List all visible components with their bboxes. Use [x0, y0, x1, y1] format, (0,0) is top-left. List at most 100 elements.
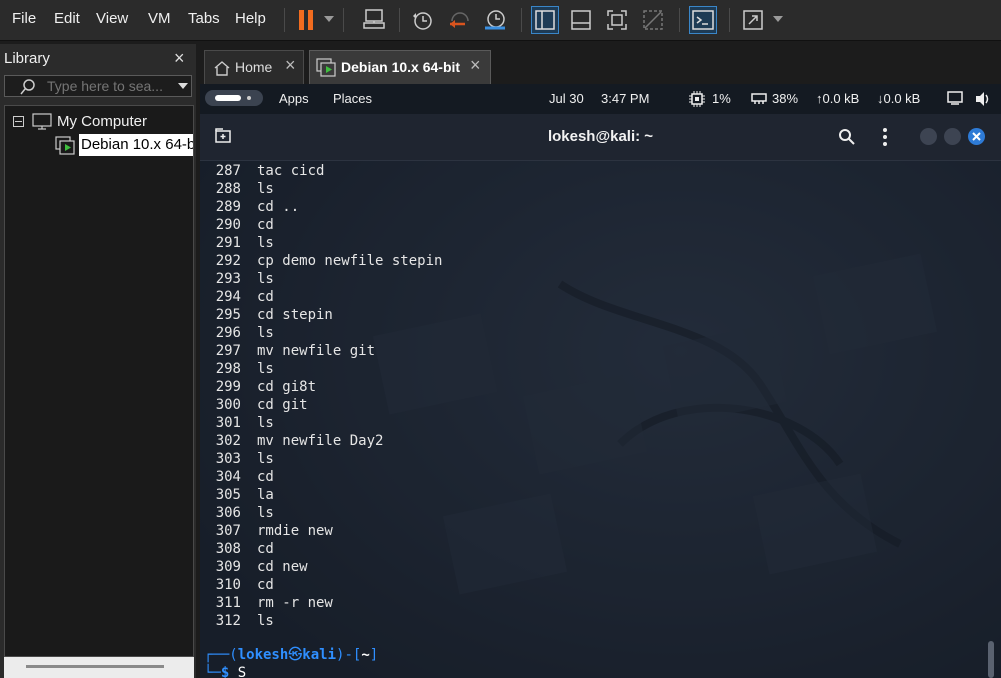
terminal-output[interactable]: 287 tac cicd 288 ls 289 cd .. 290 cd 291 ls 292 cp …: [200, 161, 1001, 678]
menu-tabs[interactable]: Tabs: [188, 0, 220, 40]
kebab-menu-icon[interactable]: [882, 127, 888, 147]
history-number: 299: [215, 379, 241, 395]
panel-apps-menu[interactable]: Apps: [279, 91, 309, 106]
library-horizontal-scrollbar[interactable]: [4, 657, 194, 678]
history-command: cd: [257, 577, 274, 593]
library-search-box: [4, 75, 192, 97]
library-close-button[interactable]: ×: [174, 48, 185, 69]
prompt-symbol: $: [220, 665, 230, 678]
prompt-line: ┌──(lokesh㉿kali)-[~]: [204, 647, 379, 663]
tab-home-close-button[interactable]: ×: [285, 55, 296, 76]
volume-icon[interactable]: [974, 91, 992, 107]
workspace-switcher[interactable]: [205, 90, 263, 106]
collapse-icon[interactable]: [13, 116, 24, 127]
history-number: 293: [215, 271, 241, 287]
maximize-button[interactable]: [944, 128, 961, 145]
memory-icon: [751, 93, 767, 104]
cpu-icon: [689, 91, 705, 107]
revert-snapshot-icon: [450, 12, 469, 28]
toolbar-separator: [679, 8, 680, 32]
menu-help[interactable]: Help: [235, 0, 266, 40]
panel-net-download: ↓0.0 kB: [877, 91, 921, 106]
stretch-icon: [743, 10, 763, 30]
menubar: File Edit View VM Tabs Help: [0, 0, 1001, 41]
close-button[interactable]: [968, 128, 985, 145]
search-icon: [20, 79, 35, 95]
send-ctrl-alt-del-button[interactable]: [360, 6, 388, 34]
history-command: ls: [257, 271, 274, 287]
search-dropdown-caret[interactable]: [178, 83, 188, 89]
menu-vm[interactable]: VM: [148, 0, 171, 40]
search-icon[interactable]: [838, 128, 856, 146]
menu-edit[interactable]: Edit: [54, 0, 80, 40]
show-library-button[interactable]: [531, 6, 559, 34]
history-number: 303: [215, 451, 241, 467]
snapshot-manager-icon: [485, 10, 505, 30]
console-view-button[interactable]: [689, 6, 717, 34]
tab-debian[interactable]: Debian 10.x 64-bit ×: [309, 50, 491, 84]
history-number: 287: [215, 163, 241, 179]
minimize-button[interactable]: [920, 128, 937, 145]
prompt-dir: ~: [361, 647, 370, 663]
history-command: ls: [257, 451, 274, 467]
tab-debian-label: Debian 10.x 64-bit: [341, 59, 461, 75]
menu-file[interactable]: File: [12, 0, 36, 40]
toolbar-separator: [284, 8, 285, 32]
panel-places-menu[interactable]: Places: [333, 91, 372, 106]
terminal-header: lokesh@kali: ~: [200, 114, 1001, 161]
history-number: 301: [215, 415, 241, 431]
stretch-dropdown-caret[interactable]: [773, 16, 783, 22]
prompt-host: kali: [302, 647, 337, 663]
history-command: cd: [257, 217, 274, 233]
unity-button[interactable]: [639, 6, 667, 34]
panel-date[interactable]: Jul 30: [549, 91, 584, 106]
history-command: rm -r new: [257, 595, 333, 611]
history-number: 290: [215, 217, 241, 233]
history-number: 311: [215, 595, 241, 611]
history-number: 294: [215, 289, 241, 305]
prompt-input-line[interactable]: └─$ S: [204, 664, 246, 678]
snapshot-manager-button[interactable]: [481, 6, 509, 34]
history-number: 291: [215, 235, 241, 251]
tab-bar: Home × Debian 10.x 64-bit ×: [200, 44, 1001, 84]
full-screen-icon: [607, 10, 627, 30]
history-number: 308: [215, 541, 241, 557]
history-number: 306: [215, 505, 241, 521]
guest-screen[interactable]: Apps Places Jul 30 3:47 PM 1% 38% ↑0.0 k…: [200, 84, 1001, 678]
tab-home[interactable]: Home ×: [204, 50, 304, 84]
stretch-guest-button[interactable]: [739, 6, 767, 34]
history-number: 305: [215, 487, 241, 503]
history-command: mv newfile git: [257, 343, 376, 359]
prompt-user: lokesh: [237, 647, 289, 663]
history-command: la: [257, 487, 274, 503]
scrollbar-thumb[interactable]: [26, 665, 164, 668]
history-command: cd new: [257, 559, 308, 575]
panel-memory-usage: 38%: [772, 91, 799, 106]
tab-debian-close-button[interactable]: ×: [470, 55, 481, 76]
history-number: 289: [215, 199, 241, 215]
history-number: 295: [215, 307, 241, 323]
history-command: ls: [257, 181, 274, 197]
terminal-scrollbar[interactable]: [988, 641, 994, 678]
revert-snapshot-button[interactable]: [445, 6, 473, 34]
display-icon[interactable]: [947, 91, 963, 106]
panel-time[interactable]: 3:47 PM: [601, 91, 649, 106]
vm-running-icon: [316, 58, 336, 77]
pause-dropdown-caret[interactable]: [324, 16, 334, 22]
tree-my-computer[interactable]: My Computer: [57, 113, 147, 130]
history-number: 309: [215, 559, 241, 575]
history-command: cd gi8t: [257, 379, 317, 395]
tree-vm-debian[interactable]: Debian 10.x 64-bit: [79, 134, 193, 156]
full-screen-button[interactable]: [603, 6, 631, 34]
library-search-input[interactable]: [47, 77, 173, 95]
pause-button[interactable]: [292, 6, 320, 34]
unity-disabled-icon: [643, 10, 663, 30]
history-command: ls: [257, 235, 274, 251]
prompt-input-text[interactable]: S: [238, 665, 246, 678]
history-number: 292: [215, 253, 241, 269]
take-snapshot-button[interactable]: [408, 6, 436, 34]
network-computer-icon: [363, 9, 385, 29]
show-thumbnail-bar-button[interactable]: [567, 6, 595, 34]
panel-cpu-usage: 1%: [712, 91, 731, 106]
menu-view[interactable]: View: [96, 0, 128, 40]
